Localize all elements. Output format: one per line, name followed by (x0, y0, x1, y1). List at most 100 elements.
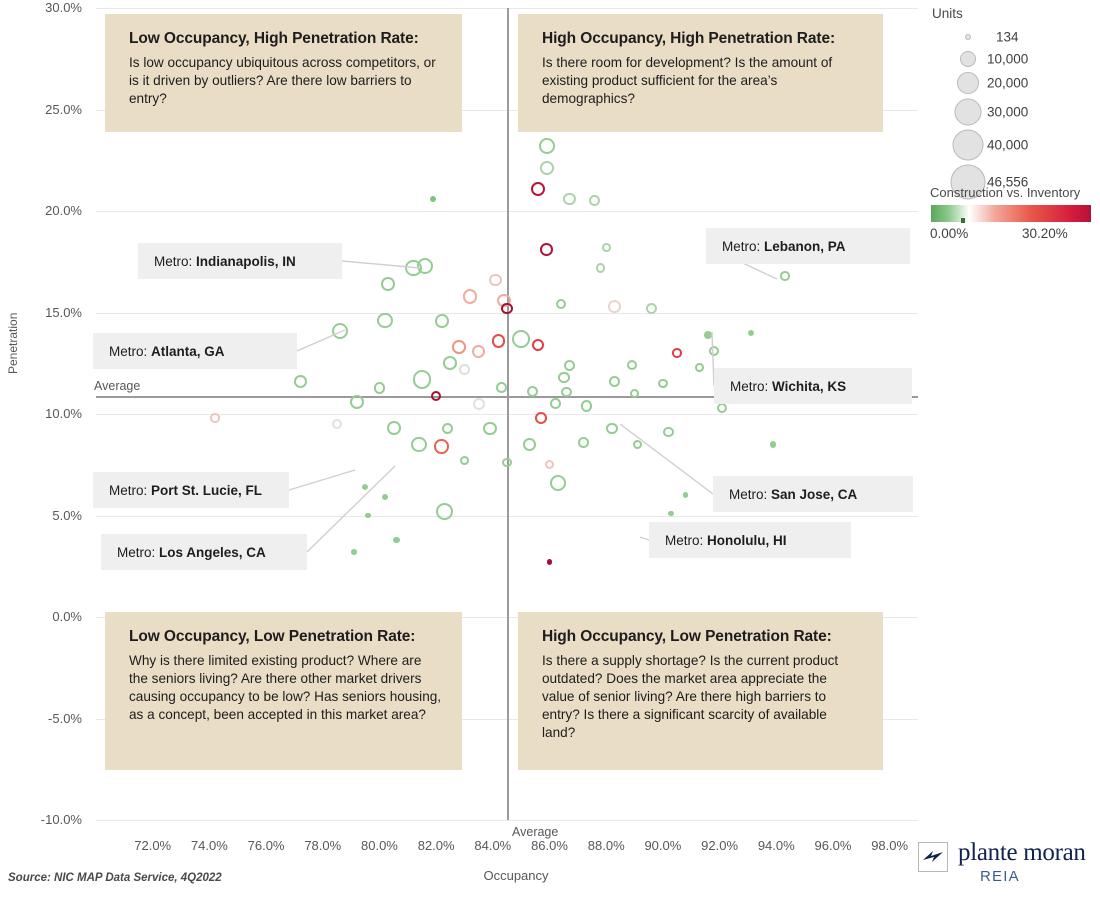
scatter-point[interactable] (393, 536, 400, 543)
scatter-point[interactable] (412, 370, 432, 389)
scatter-point[interactable] (544, 460, 555, 470)
scatter-point[interactable] (293, 375, 307, 388)
scatter-point[interactable] (717, 402, 728, 413)
scatter-point[interactable] (770, 441, 777, 448)
metro-callout-name: Indianapolis, IN (196, 254, 296, 269)
scatter-point[interactable] (331, 322, 348, 339)
metro-callout[interactable]: Metro: Port St. Lucie, FL (93, 472, 289, 508)
scatter-point[interactable] (431, 390, 442, 401)
scatter-point[interactable] (540, 243, 554, 256)
scatter-point[interactable] (589, 195, 601, 207)
x-axis-tick-label: 74.0% (190, 838, 228, 853)
metro-callout-prefix: Metro: (109, 483, 152, 498)
scatter-point[interactable] (539, 161, 554, 176)
colorbar-title: Construction vs. Inventory (930, 185, 1081, 200)
scatter-point[interactable] (501, 302, 513, 315)
scatter-point[interactable] (549, 474, 567, 492)
scatter-point[interactable] (430, 195, 437, 202)
metro-callout[interactable]: Metro: San Jose, CA (713, 476, 913, 512)
scatter-point[interactable] (495, 382, 507, 393)
scatter-point[interactable] (546, 559, 553, 566)
units-legend-bubble (960, 51, 976, 67)
scatter-point[interactable] (434, 313, 449, 328)
scatter-point[interactable] (695, 362, 705, 372)
x-axis-tick-label: 78.0% (304, 838, 342, 853)
scatter-point[interactable] (563, 359, 576, 371)
scatter-point[interactable] (373, 381, 386, 394)
scatter-point[interactable] (538, 138, 555, 154)
scatter-point[interactable] (365, 512, 371, 519)
scatter-point[interactable] (672, 348, 682, 358)
scatter-point[interactable] (332, 419, 342, 429)
scatter-point[interactable] (386, 421, 401, 436)
metro-callout[interactable]: Metro: Honolulu, HI (649, 522, 851, 558)
y-axis-tick-label: 30.0% (45, 0, 82, 15)
scatter-point[interactable] (747, 329, 754, 336)
scatter-point[interactable] (609, 376, 621, 387)
scatter-point[interactable] (411, 436, 428, 453)
scatter-point[interactable] (663, 427, 674, 438)
scatter-point[interactable] (451, 340, 466, 354)
metro-callout[interactable]: Metro: Lebanon, PA (706, 228, 910, 264)
scatter-point[interactable] (531, 338, 545, 352)
scatter-point[interactable] (443, 356, 458, 371)
scatter-point[interactable] (377, 312, 393, 329)
scatter-point[interactable] (561, 386, 572, 397)
scatter-point[interactable] (381, 277, 395, 291)
scatter-point[interactable] (608, 299, 622, 313)
scatter-point[interactable] (441, 422, 454, 434)
units-legend-bubble (957, 72, 979, 94)
colorbar-max-label: 30.20% (1022, 226, 1068, 241)
scatter-point[interactable] (349, 394, 364, 409)
scatter-point[interactable] (472, 344, 486, 358)
scatter-point[interactable] (557, 371, 570, 384)
units-legend-label: 134 (996, 29, 1019, 45)
scatter-point[interactable] (535, 412, 547, 424)
scatter-point[interactable] (460, 456, 469, 466)
scatter-point[interactable] (626, 360, 637, 371)
scatter-point[interactable] (382, 494, 389, 501)
scatter-point[interactable] (563, 192, 576, 205)
metro-callout[interactable]: Metro: Wichita, KS (714, 368, 912, 404)
metro-callout[interactable]: Metro: Indianapolis, IN (138, 243, 342, 279)
scatter-point[interactable] (601, 243, 611, 252)
scatter-point[interactable] (555, 299, 566, 310)
scatter-point[interactable] (483, 421, 497, 435)
scatter-point[interactable] (549, 398, 561, 410)
scatter-point[interactable] (658, 378, 668, 389)
metro-callout-prefix: Metro: (665, 533, 708, 548)
scatter-point[interactable] (595, 263, 606, 273)
scatter-point[interactable] (704, 330, 713, 339)
metro-callout[interactable]: Metro: Los Angeles, CA (101, 534, 307, 570)
scatter-point[interactable] (462, 288, 478, 304)
scatter-point[interactable] (606, 422, 618, 434)
scatter-point[interactable] (489, 273, 502, 287)
scatter-point[interactable] (491, 334, 506, 348)
quadrant-high-occupancy-high-penetration: High Occupancy, High Penetration Rate: I… (518, 14, 883, 132)
scatter-point[interactable] (362, 484, 369, 491)
metro-callout-name: Lebanon, PA (764, 239, 846, 254)
scatter-point[interactable] (436, 502, 454, 521)
scatter-point[interactable] (632, 439, 643, 450)
scatter-point[interactable] (578, 437, 589, 448)
y-axis-tick-label: -10.0% (40, 812, 82, 827)
scatter-point[interactable] (502, 457, 512, 468)
gridline (96, 820, 918, 821)
scatter-point[interactable] (472, 397, 485, 410)
scatter-point[interactable] (351, 549, 357, 555)
scatter-point[interactable] (511, 329, 531, 349)
metro-callout[interactable]: Metro: Atlanta, GA (93, 333, 297, 369)
scatter-point[interactable] (580, 400, 593, 412)
scatter-point[interactable] (416, 257, 433, 274)
scatter-chart: 30.0% 25.0% 20.0% 15.0% 10.0% 5.0% 0.0% -5.0% -1… (0, 0, 1100, 900)
scatter-point[interactable] (210, 413, 220, 423)
metro-callout-prefix: Metro: (730, 379, 773, 394)
scatter-point[interactable] (708, 345, 720, 357)
scatter-point[interactable] (780, 271, 790, 281)
scatter-point[interactable] (682, 492, 689, 498)
scatter-point[interactable] (458, 363, 471, 375)
scatter-point[interactable] (531, 181, 546, 196)
x-axis-tick-label: 82.0% (417, 838, 455, 853)
scatter-point[interactable] (523, 438, 537, 451)
scatter-point[interactable] (434, 439, 450, 454)
